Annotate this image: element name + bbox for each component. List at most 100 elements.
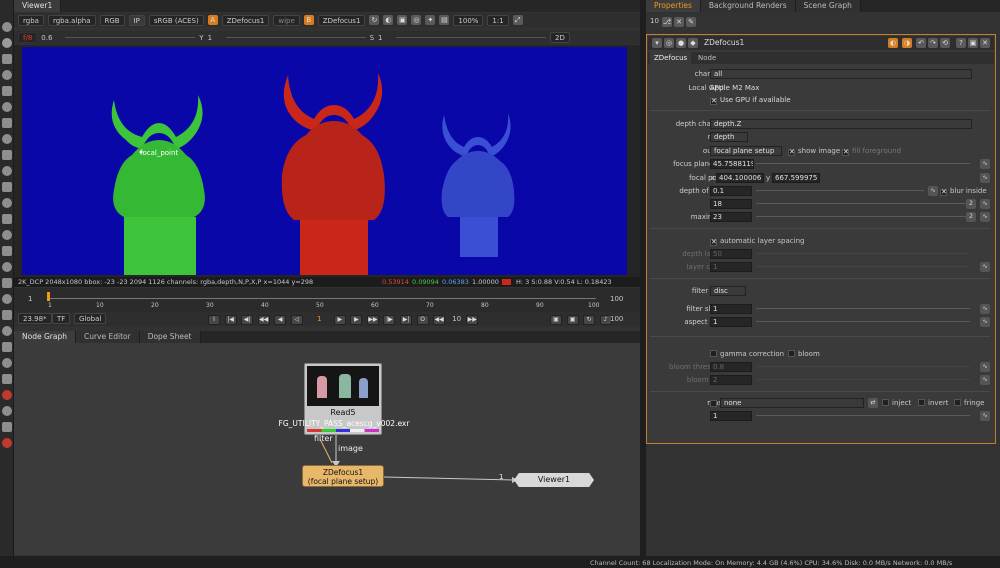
help-icon[interactable]: ? bbox=[956, 38, 966, 48]
time-tool-icon[interactable] bbox=[2, 86, 12, 96]
fullscreen-icon[interactable]: ⤢ bbox=[512, 15, 523, 25]
focal-point-overlay[interactable]: focal_point bbox=[140, 149, 178, 157]
timeline[interactable]: 1 1 10 20 30 40 50 60 70 80 90 100 100 bbox=[14, 288, 640, 312]
cara-tool-icon[interactable] bbox=[2, 342, 12, 352]
fill-foreground-checkbox[interactable]: ✕ fill foreground bbox=[842, 145, 901, 157]
layer-curve-anim-icon[interactable]: ∿ bbox=[980, 262, 990, 272]
output-dropdown[interactable]: focal plane setup bbox=[710, 146, 782, 156]
bloom-threshold-field[interactable]: 0.8 bbox=[710, 362, 752, 372]
increment-back-button[interactable]: ◀◀ bbox=[433, 315, 446, 325]
viewer-node[interactable]: Viewer1 bbox=[514, 473, 594, 487]
depth-layers-field[interactable]: 50 bbox=[710, 249, 752, 259]
node-graph-canvas[interactable]: Read5 FG_UTILITY_PASS_acescg_v002.exr fi… bbox=[14, 343, 640, 555]
step-forward-increment-button[interactable]: ▶▶ bbox=[366, 315, 379, 325]
lock-panel-icon[interactable]: ⎇ bbox=[662, 17, 672, 27]
lock-icon[interactable]: ✦ bbox=[425, 15, 436, 25]
tab-scene-graph[interactable]: Scene Graph bbox=[795, 0, 861, 12]
undo-icon[interactable]: ↶ bbox=[916, 38, 926, 48]
subtab-node[interactable]: Node bbox=[694, 52, 720, 64]
python-tool-icon[interactable] bbox=[2, 422, 12, 432]
last-frame-button[interactable]: ▶| bbox=[400, 315, 413, 325]
channel-tool-icon[interactable] bbox=[2, 102, 12, 112]
fringe-checkbox[interactable]: fringe bbox=[954, 397, 984, 409]
flipbook-icon[interactable]: ▣ bbox=[550, 315, 562, 325]
ratio-dropdown[interactable]: 1:1 bbox=[487, 14, 509, 26]
step-back-button[interactable]: ◀ bbox=[274, 315, 287, 325]
depth-of-field-slider[interactable] bbox=[756, 190, 924, 191]
global-dropdown[interactable]: Global bbox=[74, 313, 107, 324]
size-field[interactable]: 18 bbox=[710, 199, 752, 209]
in-point-button[interactable]: I bbox=[208, 315, 220, 325]
mask-channel-icon[interactable]: ⇄ bbox=[868, 398, 878, 408]
node-color-swatch-icon[interactable]: ◐ bbox=[888, 38, 898, 48]
bloom-checkbox[interactable]: bloom bbox=[788, 348, 820, 360]
subtab-zdefocus[interactable]: ZDefocus bbox=[650, 52, 692, 64]
maximum-field[interactable]: 23 bbox=[710, 212, 752, 222]
out-point-button[interactable]: O bbox=[416, 315, 429, 325]
furnace-tool-icon[interactable] bbox=[2, 310, 12, 320]
size-anim-icon[interactable]: ∿ bbox=[980, 199, 990, 209]
wipe-dropdown[interactable]: wipe bbox=[273, 14, 300, 26]
deep-tool-icon[interactable] bbox=[2, 262, 12, 272]
timeline-track[interactable] bbox=[48, 298, 596, 299]
filter-shape-anim-icon[interactable]: ∿ bbox=[980, 304, 990, 314]
maximum-slider[interactable] bbox=[756, 216, 970, 217]
particles-tool-icon[interactable] bbox=[2, 246, 12, 256]
node-color-icon[interactable]: ● bbox=[676, 38, 686, 48]
keyer-tool-icon[interactable] bbox=[2, 150, 12, 160]
color-tool-icon[interactable] bbox=[2, 118, 12, 128]
saturation-slider[interactable] bbox=[396, 37, 547, 38]
metadata-tool-icon[interactable] bbox=[2, 230, 12, 240]
revert-icon[interactable]: ⟲ bbox=[940, 38, 950, 48]
tab-viewer1[interactable]: Viewer1 bbox=[14, 0, 62, 12]
transform2-tool-icon[interactable] bbox=[2, 182, 12, 192]
auto-layer-checkbox[interactable]: ✕ automatic layer spacing bbox=[710, 235, 804, 247]
clipping-icon[interactable]: ◎ bbox=[411, 15, 422, 25]
increment-forward-button[interactable]: ▶▶ bbox=[466, 315, 479, 325]
proxy-icon[interactable]: ◐ bbox=[383, 15, 394, 25]
bloom-gain-slider[interactable] bbox=[756, 379, 970, 380]
redo-icon[interactable]: ↷ bbox=[928, 38, 938, 48]
size-slider[interactable] bbox=[756, 203, 970, 204]
ocula-tool-icon[interactable] bbox=[2, 326, 12, 336]
depth-layers-slider[interactable] bbox=[756, 253, 970, 254]
gamma-value[interactable]: 1 bbox=[208, 34, 222, 42]
depth-of-field-anim-icon[interactable]: ∿ bbox=[928, 186, 938, 196]
filter-type-dropdown[interactable]: disc bbox=[710, 286, 746, 296]
mix-anim-icon[interactable]: ∿ bbox=[980, 411, 990, 421]
tab-node-graph[interactable]: Node Graph bbox=[14, 331, 76, 343]
fps-dropdown[interactable]: 23.98* bbox=[18, 313, 52, 324]
filter-shape-field[interactable]: 1 bbox=[710, 304, 752, 314]
size-channels-icon[interactable]: 2 bbox=[966, 199, 976, 209]
ml-tool-icon[interactable] bbox=[2, 374, 12, 384]
channels-dropdown[interactable]: all bbox=[710, 69, 972, 79]
overlay-icon[interactable]: ▤ bbox=[439, 15, 450, 25]
colorspace-dropdown[interactable]: sRGB (ACES) bbox=[148, 14, 204, 26]
zoom-dropdown[interactable]: 100% bbox=[453, 14, 484, 26]
inject-checkbox[interactable]: inject bbox=[882, 397, 911, 409]
maximum-channels-icon[interactable]: 2 bbox=[966, 212, 976, 222]
prev-keyframe-button[interactable]: ◀| bbox=[241, 315, 254, 325]
mix-slider[interactable] bbox=[756, 415, 970, 416]
aspect-ratio-slider[interactable] bbox=[756, 321, 970, 322]
bloom-gain-anim-icon[interactable]: ∿ bbox=[980, 375, 990, 385]
cache-icon[interactable]: ▣ bbox=[566, 315, 579, 325]
bloom-threshold-anim-icon[interactable]: ∿ bbox=[980, 362, 990, 372]
play-button[interactable]: ▶ bbox=[333, 315, 346, 325]
close-panel-icon[interactable]: ✕ bbox=[980, 38, 990, 48]
current-frame[interactable]: 1 bbox=[307, 315, 331, 323]
focus-plane-anim-icon[interactable]: ∿ bbox=[980, 159, 990, 169]
tab-background-renders[interactable]: Background Renders bbox=[700, 0, 796, 12]
gl-color-icon[interactable]: ◑ bbox=[902, 38, 912, 48]
depth-channel-dropdown[interactable]: depth.Z bbox=[710, 119, 972, 129]
stop-tool-icon[interactable] bbox=[2, 390, 12, 400]
next-keyframe-button[interactable]: |▶ bbox=[383, 315, 396, 325]
focal-point-x-field[interactable]: 404.100006 bbox=[716, 173, 764, 183]
mask-checkbox[interactable] bbox=[710, 400, 717, 407]
draw-tool-icon[interactable] bbox=[2, 70, 12, 80]
alpha-channel-dropdown[interactable]: rgba.alpha bbox=[47, 14, 96, 26]
gamma-slider[interactable] bbox=[225, 37, 366, 38]
roi-icon[interactable]: ▣ bbox=[397, 15, 408, 25]
select-tool-icon[interactable] bbox=[2, 22, 12, 32]
focal-point-y-field[interactable]: 667.599975 bbox=[772, 173, 820, 183]
